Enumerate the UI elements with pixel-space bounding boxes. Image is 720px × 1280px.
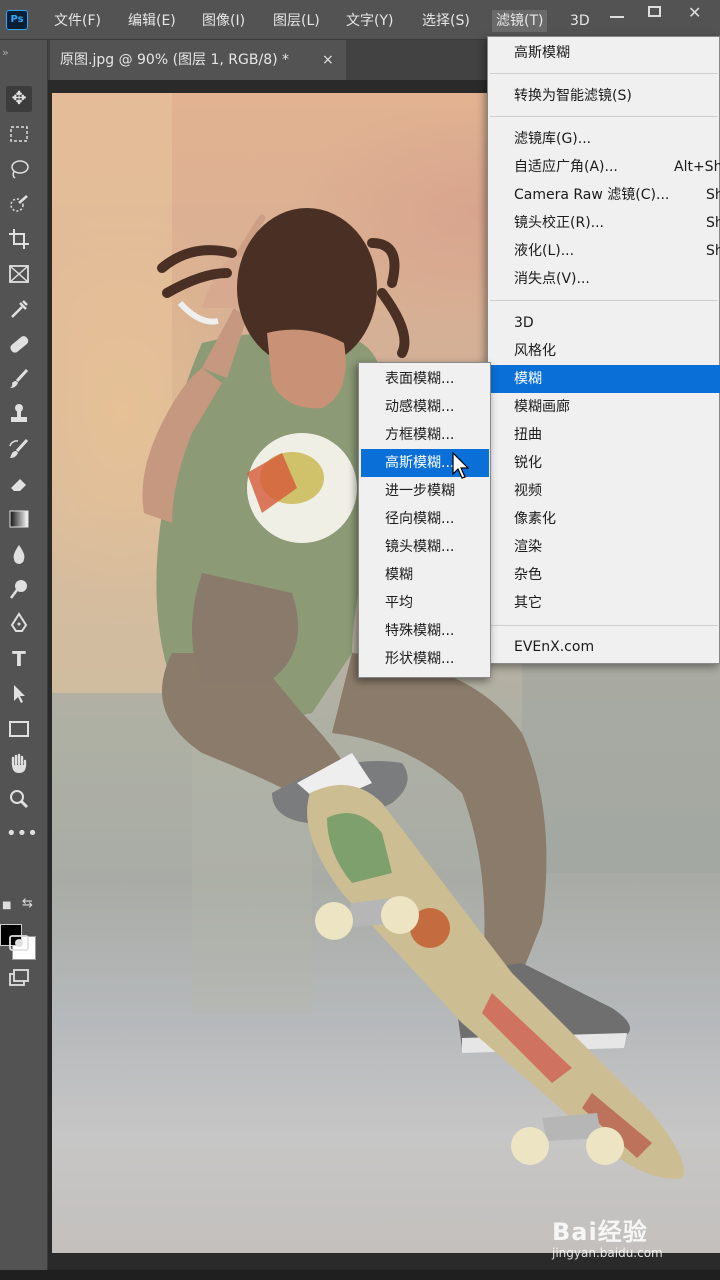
maximize-icon[interactable]: [648, 6, 661, 17]
lens-correction-item[interactable]: 镜头校正(R)... Sh: [488, 209, 720, 237]
filter-noise-item[interactable]: 杂色: [488, 561, 720, 589]
menu-separator: [490, 73, 718, 74]
zoom-tool-icon[interactable]: [6, 786, 32, 812]
filter-plugin-item[interactable]: EVEnX.com: [488, 633, 720, 661]
menu-separator: [490, 625, 718, 626]
hand-tool-icon[interactable]: [6, 751, 32, 777]
menu-layer[interactable]: 图层(L): [269, 10, 324, 32]
menubar: Ps 文件(F) 编辑(E) 图像(I) 图层(L) 文字(Y) 选择(S) 滤…: [0, 0, 720, 40]
filter-3d-item[interactable]: 3D: [488, 309, 720, 337]
rectangle-tool-icon[interactable]: [6, 716, 32, 742]
liquify-item[interactable]: 液化(L)... Sh: [488, 237, 720, 265]
swap-colors-icon[interactable]: ⇆: [22, 896, 33, 911]
clone-stamp-tool-icon[interactable]: [6, 401, 32, 427]
surface-blur-item[interactable]: 表面模糊...: [359, 365, 491, 393]
type-tool-icon[interactable]: T: [6, 646, 32, 672]
toolbar-grip-icon[interactable]: »: [2, 47, 9, 58]
blur-tool-icon[interactable]: [6, 541, 32, 567]
filter-blur-item[interactable]: 模糊: [488, 365, 720, 393]
crop-tool-icon[interactable]: [6, 226, 32, 252]
filter-sharpen-item[interactable]: 锐化: [488, 449, 720, 477]
path-select-tool-icon[interactable]: [6, 681, 32, 707]
close-window-icon[interactable]: ✕: [688, 5, 706, 21]
screen-mode-icon[interactable]: [6, 965, 32, 991]
dodge-tool-icon[interactable]: [6, 576, 32, 602]
menu-type[interactable]: 文字(Y): [342, 10, 397, 32]
menu-filter[interactable]: 滤镜(T): [492, 10, 548, 32]
motion-blur-item[interactable]: 动感模糊...: [359, 393, 491, 421]
box-blur-item[interactable]: 方框模糊...: [359, 421, 491, 449]
document-tab[interactable]: 原图.jpg @ 90% (图层 1, RGB/8) *: [50, 40, 346, 80]
filter-pixelate-item[interactable]: 像素化: [488, 505, 720, 533]
filter-menu: 高斯模糊 转换为智能滤镜(S) 滤镜库(G)... 自适应广角(A)... Alt…: [487, 36, 720, 664]
filter-other-item[interactable]: 其它: [488, 589, 720, 617]
status-bar: [0, 1270, 720, 1280]
frame-tool-icon[interactable]: [6, 261, 32, 287]
radial-blur-item[interactable]: 径向模糊...: [359, 505, 491, 533]
filter-render-item[interactable]: 渲染: [488, 533, 720, 561]
shape-blur-item[interactable]: 形状模糊...: [359, 645, 491, 673]
menu-image[interactable]: 图像(I): [198, 10, 249, 32]
more-tools-icon[interactable]: •••: [6, 821, 38, 847]
blur-item[interactable]: 模糊: [359, 561, 491, 589]
filter-blur-gallery-item[interactable]: 模糊画廊: [488, 393, 720, 421]
quick-select-tool-icon[interactable]: [6, 191, 32, 217]
menu-separator: [490, 300, 718, 301]
camera-raw-filter-item[interactable]: Camera Raw 滤镜(C)... Sh: [488, 181, 720, 209]
minimize-icon[interactable]: [610, 6, 624, 18]
average-item[interactable]: 平均: [359, 589, 491, 617]
move-tool-icon[interactable]: ✥: [6, 86, 32, 112]
blur-submenu: 表面模糊... 动感模糊... 方框模糊... 高斯模糊... 进一步模糊 径向…: [358, 362, 491, 678]
quick-mask-icon[interactable]: [6, 930, 32, 956]
vanishing-point-item[interactable]: 消失点(V)...: [488, 265, 720, 293]
watermark-url: jingyan.baidu.com: [552, 1246, 663, 1260]
default-colors-icon[interactable]: ■: [2, 900, 11, 911]
pen-tool-icon[interactable]: [6, 611, 32, 637]
convert-smart-filter-item[interactable]: 转换为智能滤镜(S): [488, 82, 720, 110]
gradient-tool-icon[interactable]: [6, 506, 32, 532]
lasso-tool-icon[interactable]: [6, 156, 32, 182]
baidu-jingyan-watermark: Bai经验 jingyan.baidu.com: [552, 1212, 702, 1267]
watermark-title: Bai经验: [552, 1218, 648, 1246]
filter-stylize-item[interactable]: 风格化: [488, 337, 720, 365]
menu-file[interactable]: 文件(F): [50, 10, 105, 32]
filter-distort-item[interactable]: 扭曲: [488, 421, 720, 449]
menu-3d[interactable]: 3D: [566, 10, 594, 32]
last-filter-item[interactable]: 高斯模糊: [488, 39, 720, 67]
healing-brush-tool-icon[interactable]: [6, 331, 32, 357]
filter-video-item[interactable]: 视频: [488, 477, 720, 505]
marquee-tool-icon[interactable]: [6, 121, 32, 147]
menu-edit[interactable]: 编辑(E): [124, 10, 180, 32]
adaptive-wide-angle-item[interactable]: 自适应广角(A)... Alt+Sh: [488, 153, 720, 181]
smart-blur-item[interactable]: 特殊模糊...: [359, 617, 491, 645]
blur-more-item[interactable]: 进一步模糊: [359, 477, 491, 505]
photoshop-logo: Ps: [6, 10, 28, 30]
filter-gallery-item[interactable]: 滤镜库(G)...: [488, 125, 720, 153]
toolbar: » ✥ T ••• ■ ⇆: [0, 40, 48, 1280]
close-tab-icon[interactable]: ×: [322, 40, 334, 80]
mouse-cursor-icon: [452, 452, 470, 479]
history-brush-tool-icon[interactable]: [6, 436, 32, 462]
menu-separator: [490, 116, 718, 117]
brush-tool-icon[interactable]: [6, 366, 32, 392]
eyedropper-tool-icon[interactable]: [6, 296, 32, 322]
lens-blur-item[interactable]: 镜头模糊...: [359, 533, 491, 561]
menu-select[interactable]: 选择(S): [418, 10, 474, 32]
eraser-tool-icon[interactable]: [6, 471, 32, 497]
